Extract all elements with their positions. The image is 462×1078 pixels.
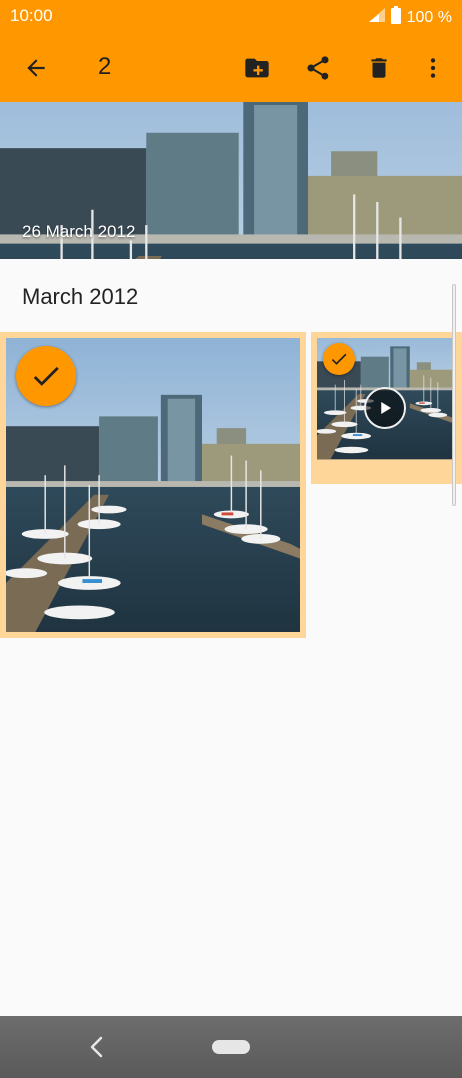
battery-text: 100 %	[406, 8, 452, 26]
delete-icon[interactable]	[363, 52, 395, 84]
status-bar: 10:00 100 %	[0, 0, 462, 34]
navigation-bar	[0, 1016, 462, 1078]
section-title: March 2012	[22, 284, 139, 309]
selected-count: 2	[98, 53, 112, 80]
nav-back-icon[interactable]	[88, 1036, 106, 1063]
back-arrow-icon[interactable]	[20, 52, 52, 84]
play-icon[interactable]	[364, 387, 406, 429]
nav-home-pill[interactable]	[212, 1040, 250, 1054]
move-to-folder-icon[interactable]	[241, 52, 273, 84]
selected-check-icon[interactable]	[16, 346, 76, 406]
share-icon[interactable]	[302, 52, 334, 84]
app-bar: 2	[0, 34, 462, 102]
header-date-label: 26 March 2012	[22, 222, 136, 241]
status-time: 10:00	[10, 6, 53, 25]
scrollbar[interactable]	[452, 284, 456, 506]
selected-check-icon[interactable]	[323, 343, 355, 375]
more-vert-icon[interactable]	[417, 52, 449, 84]
signal-icon	[368, 8, 385, 27]
status-icons: 100 %	[368, 6, 452, 29]
battery-icon	[390, 6, 401, 29]
